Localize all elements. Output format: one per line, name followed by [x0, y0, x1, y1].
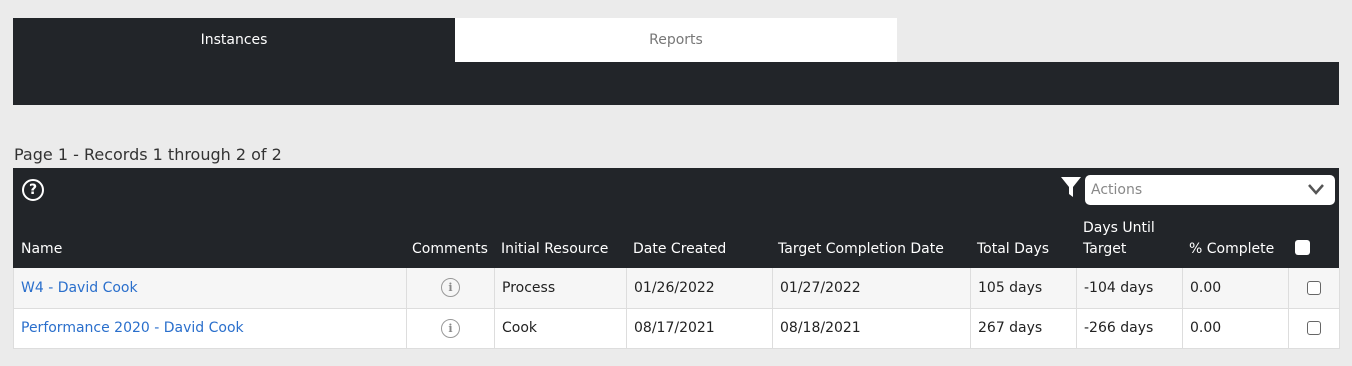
col-header-initial-resource[interactable]: Initial Resource: [501, 239, 608, 260]
cell-days-until-target: -104 days: [1076, 268, 1183, 309]
col-header-target-completion[interactable]: Target Completion Date: [778, 239, 944, 260]
tab-content-bar: [13, 62, 1339, 105]
actions-dropdown[interactable]: Actions: [1085, 175, 1335, 205]
table-row: Performance 2020 - David Cook i Cook 08/…: [13, 308, 1340, 349]
info-icon[interactable]: i: [441, 318, 460, 338]
question-circle-icon[interactable]: ?: [22, 179, 44, 201]
tab-strip: Instances Reports: [13, 18, 897, 62]
col-header-date-created[interactable]: Date Created: [633, 239, 726, 260]
cell-initial-resource: Cook: [494, 308, 627, 349]
funnel-icon[interactable]: [1060, 176, 1082, 198]
info-icon[interactable]: i: [441, 278, 460, 298]
cell-percent-complete: 0.00: [1182, 268, 1289, 309]
col-header-name[interactable]: Name: [21, 239, 62, 260]
cell-days-until-target: -266 days: [1076, 308, 1183, 349]
tab-reports[interactable]: Reports: [455, 18, 897, 62]
col-header-days-until-line1: Days Until: [1083, 220, 1155, 236]
instance-name-link[interactable]: W4 - David Cook: [21, 280, 138, 296]
records-summary: Page 1 - Records 1 through 2 of 2: [14, 145, 282, 164]
grid-header: ? Actions Name Comments Initial Resource…: [13, 168, 1339, 268]
col-header-comments[interactable]: Comments: [412, 239, 488, 260]
col-header-percent-complete[interactable]: % Complete: [1189, 239, 1274, 260]
instances-table: W4 - David Cook i Process 01/26/2022 01/…: [13, 268, 1340, 349]
col-header-days-until-target[interactable]: Days Until Target: [1083, 218, 1155, 260]
cell-date-created: 08/17/2021: [626, 308, 773, 349]
chevron-down-icon: [1308, 184, 1324, 195]
instances-grid: ? Actions Name Comments Initial Resource…: [13, 168, 1340, 349]
cell-target-completion: 01/27/2022: [772, 268, 971, 309]
row-checkbox[interactable]: [1307, 321, 1321, 335]
cell-target-completion: 08/18/2021: [772, 308, 971, 349]
col-header-total-days[interactable]: Total Days: [977, 239, 1049, 260]
cell-percent-complete: 0.00: [1182, 308, 1289, 349]
table-row: W4 - David Cook i Process 01/26/2022 01/…: [13, 268, 1340, 309]
cell-date-created: 01/26/2022: [626, 268, 773, 309]
actions-placeholder: Actions: [1091, 182, 1143, 198]
row-checkbox[interactable]: [1307, 280, 1321, 295]
tab-instances[interactable]: Instances: [13, 18, 455, 62]
cell-total-days: 105 days: [970, 268, 1077, 309]
cell-initial-resource: Process: [494, 268, 627, 309]
instance-name-link[interactable]: Performance 2020 - David Cook: [21, 320, 244, 336]
col-header-days-until-line2: Target: [1083, 241, 1127, 257]
select-all-checkbox[interactable]: [1295, 240, 1310, 255]
cell-total-days: 267 days: [970, 308, 1077, 349]
